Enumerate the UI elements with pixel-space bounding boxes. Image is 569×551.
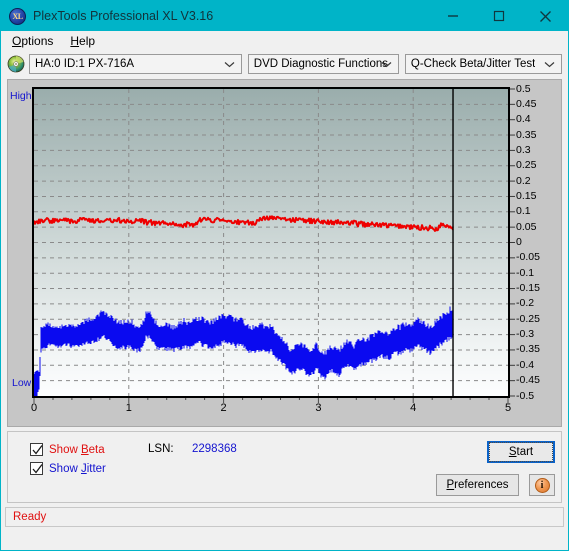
plot-area[interactable]: [32, 87, 510, 398]
show-beta-label-rest: eta: [88, 443, 105, 456]
chart-panel: High Low 0.5 0.45 0.4 0.35 0.3 0.25 0.2 0.15 0.1…: [7, 79, 562, 427]
show-jitter-checkbox[interactable]: [30, 462, 43, 475]
x-axis-tick-labels: 0 1 2 3 4 5: [8, 402, 561, 422]
y-tick-label: -0.3: [516, 328, 535, 341]
application-window: XL PlexTools Professional XL V3.16 Optio…: [0, 0, 569, 551]
drive-select-value: HA:0 ID:1 PX-716A: [35, 58, 135, 70]
y-tick-label: -0.45: [516, 374, 540, 387]
y-tick-label: 0.05: [516, 220, 537, 233]
menu-item-help[interactable]: Help: [65, 33, 103, 49]
x-tick-label: 2: [220, 402, 227, 414]
start-button-label-rest: tart: [516, 446, 534, 458]
start-button[interactable]: Start: [487, 441, 555, 463]
chevron-down-icon: [544, 55, 555, 73]
lsn-value: 2298368: [192, 443, 237, 455]
status-bar: Ready: [5, 507, 564, 527]
show-jitter-checkbox-row[interactable]: Show Jitter: [30, 462, 106, 475]
drive-select[interactable]: HA:0 ID:1 PX-716A: [29, 54, 242, 74]
x-tick-label: 0: [30, 402, 38, 414]
disc-icon: [7, 55, 25, 73]
show-beta-label: Show Beta: [49, 443, 105, 456]
y-tick-label: 0.15: [516, 189, 537, 202]
toolbar: HA:0 ID:1 PX-716A DVD Diagnostic Functio…: [1, 51, 568, 77]
minimize-icon[interactable]: [430, 1, 476, 31]
y-tick-label: -0.2: [516, 297, 535, 310]
y-tick-label: -0.5: [516, 389, 535, 402]
show-jitter-label: Show Jitter: [49, 462, 106, 475]
preferences-button-label: Preferences: [446, 479, 509, 491]
menu-item-help-label: elp: [79, 34, 96, 48]
info-icon: i: [534, 477, 550, 493]
menu-item-options-label: ptions: [21, 34, 54, 48]
y-tick-label: -0.4: [516, 358, 535, 371]
y-tick-label: -0.25: [516, 312, 540, 325]
show-beta-checkbox-row[interactable]: Show Beta: [30, 443, 105, 456]
y-tick-label: 0.5: [516, 82, 531, 95]
y-axis-tick-labels: 0.5 0.45 0.4 0.35 0.3 0.25 0.2 0.15 0.1 0.05 0 -0.0…: [516, 80, 556, 420]
show-beta-checkbox[interactable]: [30, 443, 43, 456]
x-tick-label: 3: [315, 402, 322, 414]
test-select-value: Q-Check Beta/Jitter Test: [410, 58, 536, 70]
y-tick-label: 0.1: [516, 205, 531, 218]
y-tick-label: -0.05: [516, 251, 540, 264]
preferences-button-label-rest: references: [454, 479, 509, 491]
test-select[interactable]: Q-Check Beta/Jitter Test: [404, 54, 562, 74]
start-button-inner: Start: [489, 442, 553, 462]
y-tick-label: -0.35: [516, 343, 540, 356]
menu-item-options[interactable]: Options: [7, 33, 61, 49]
y-tick-label: 0.35: [516, 128, 537, 141]
y-tick-label: 0.45: [516, 97, 537, 110]
window-controls: [430, 1, 568, 31]
axis-label-low: Low: [12, 377, 32, 389]
y-tick-label: -0.15: [516, 282, 540, 295]
menu-bar: Options Help: [1, 31, 568, 51]
x-tick-label: 5: [504, 402, 512, 414]
function-select-value: DVD Diagnostic Functions: [253, 58, 388, 70]
x-tick-label: 1: [125, 402, 132, 414]
options-panel: Show Beta Show Jitter LSN: 2298368 Start…: [7, 431, 562, 503]
show-jitter-label-rest: itter: [86, 462, 106, 475]
x-tick-label: 4: [410, 402, 417, 414]
y-tick-label: 0.4: [516, 113, 531, 126]
chevron-down-icon: [381, 55, 392, 73]
axis-label-high: High: [10, 90, 32, 102]
y-tick-label: 0: [516, 236, 522, 248]
preferences-button[interactable]: Preferences: [436, 474, 519, 496]
info-button[interactable]: i: [529, 474, 555, 496]
y-tick-label: 0.25: [516, 159, 537, 172]
close-icon[interactable]: [522, 1, 568, 31]
function-select[interactable]: DVD Diagnostic Functions: [247, 54, 399, 74]
y-tick-label: 0.2: [516, 174, 531, 187]
maximize-icon[interactable]: [476, 1, 522, 31]
y-tick-label: -0.1: [516, 266, 535, 279]
title-bar: XL PlexTools Professional XL V3.16: [1, 1, 568, 31]
lsn-label: LSN:: [148, 443, 174, 455]
app-icon-xl: XL: [9, 7, 26, 25]
chevron-down-icon: [224, 55, 235, 73]
y-tick-label: 0.3: [516, 143, 531, 156]
window-title: PlexTools Professional XL V3.16: [33, 9, 214, 23]
start-button-label: Start: [508, 446, 534, 458]
status-text: Ready: [13, 511, 47, 523]
